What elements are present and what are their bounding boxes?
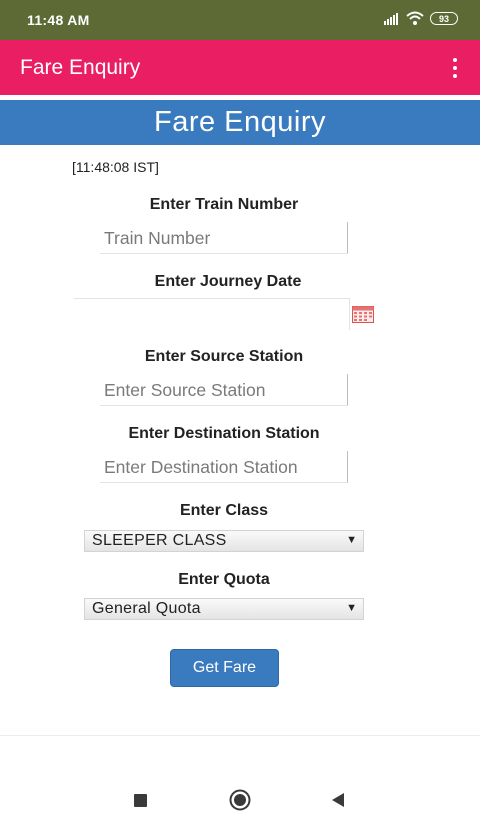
train-number-input[interactable]: Train Number: [100, 222, 348, 254]
status-bar: 11:48 AM 93: [0, 0, 480, 40]
signal-icon: [384, 12, 400, 25]
divider: [0, 735, 480, 736]
app-title: Fare Enquiry: [20, 56, 141, 79]
status-icons: 93: [384, 11, 458, 25]
journey-date-label: Enter Journey Date: [154, 273, 302, 290]
dropdown-arrow-icon: ▼: [346, 602, 357, 614]
quota-label: Enter Quota: [178, 571, 270, 588]
destination-station-input[interactable]: Enter Destination Station: [100, 451, 348, 483]
page-banner: Fare Enquiry: [0, 100, 480, 145]
app-bar: Fare Enquiry: [0, 40, 480, 95]
class-label: Enter Class: [179, 502, 269, 519]
status-time: 11:48 AM: [27, 12, 90, 28]
home-circle-icon[interactable]: [229, 789, 251, 811]
back-triangle-icon[interactable]: [331, 792, 345, 808]
quota-select[interactable]: General Quota ▼: [84, 598, 364, 620]
page-title: Fare Enquiry: [153, 106, 326, 138]
source-station-label: Enter Source Station: [144, 348, 304, 365]
timestamp: [11:48:08 IST]: [72, 159, 159, 175]
class-selected-value: SLEEPER CLASS: [92, 532, 227, 549]
calendar-icon[interactable]: [352, 306, 374, 323]
source-station-input[interactable]: Enter Source Station: [100, 374, 348, 406]
wifi-icon: [406, 11, 424, 25]
more-vert-icon[interactable]: [452, 58, 458, 78]
dropdown-arrow-icon: ▼: [346, 534, 357, 546]
train-number-label: Enter Train Number: [149, 196, 299, 213]
class-select[interactable]: SLEEPER CLASS ▼: [84, 530, 364, 552]
recents-square-icon[interactable]: [134, 794, 147, 807]
quota-selected-value: General Quota: [92, 600, 201, 617]
journey-date-input[interactable]: [74, 298, 350, 330]
destination-station-label: Enter Destination Station: [128, 425, 320, 442]
battery-icon: 93: [430, 11, 458, 25]
get-fare-button[interactable]: Get Fare: [170, 649, 279, 687]
